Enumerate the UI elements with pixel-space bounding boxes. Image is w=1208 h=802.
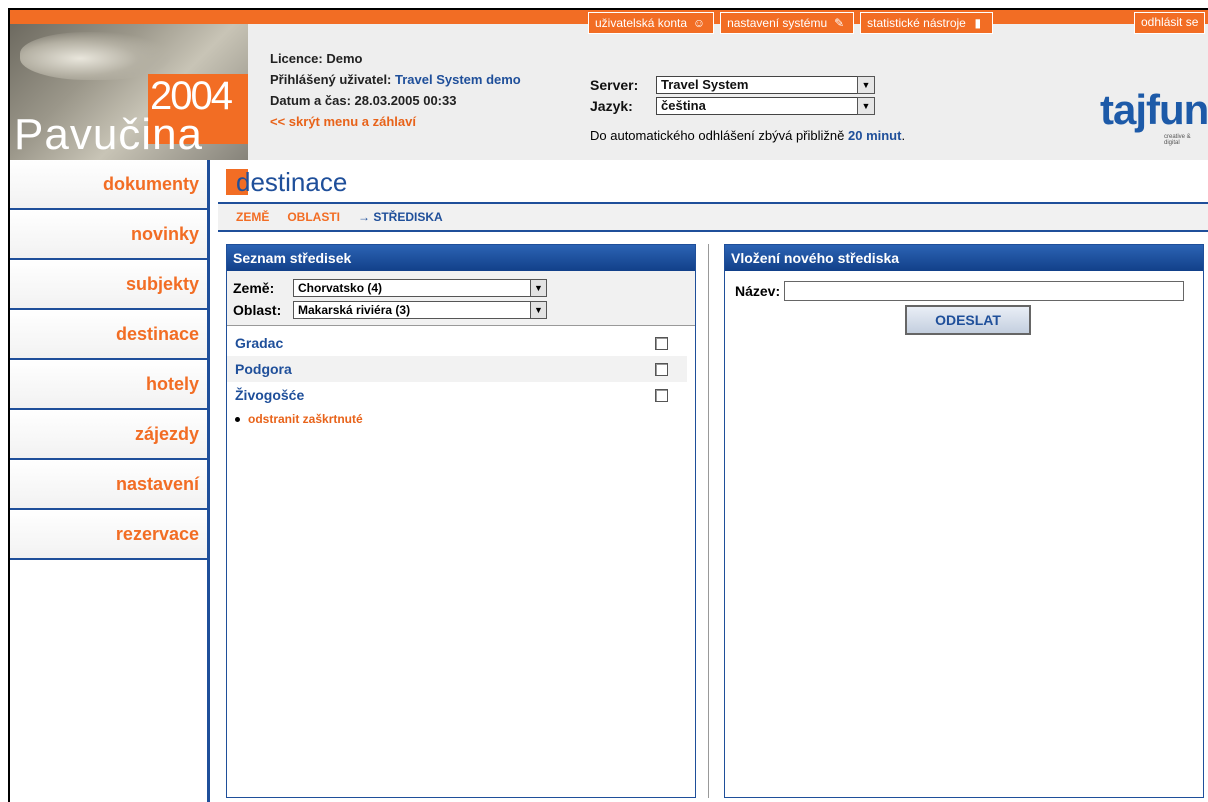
license-row: Licence: Demo [270,48,521,69]
header: 2004 Pavučina Licence: Demo Přihlášený u… [10,24,1208,160]
bar-chart-icon: ▮ [974,16,982,30]
datetime-label: Datum a čas: [270,93,351,108]
datetime-row: Datum a čas: 28.03.2005 00:33 [270,90,521,111]
hide-menu-link[interactable]: << skrýt menu a záhlaví [270,111,521,132]
panel-divider [708,244,709,798]
license-label: Licence: [270,51,323,66]
user-row: Přihlášený uživatel: Travel System demo [270,69,521,90]
new-resort-panel: Vložení nového střediska Název: ODESLAT [724,244,1204,798]
license-value: Demo [326,51,363,66]
list-item: Gradac [227,330,695,356]
app-window: 2004 Pavučina Licence: Demo Přihlášený u… [8,8,1208,802]
resort-checkbox[interactable] [655,389,668,402]
sidebar-item-reservations[interactable]: rezervace [10,510,207,560]
pavucina-logo: 2004 Pavučina [10,24,248,160]
user-accounts-button[interactable]: uživatelská konta ☺ [588,12,715,34]
bullet-icon [235,416,240,422]
region-value: Makarská riviéra (3) [298,303,411,317]
main-content: destinace ZEMĚ OBLASTI → STŘEDISKA Sezna… [208,160,1208,802]
page-title: destinace [226,166,347,198]
sidebar-item-hotels[interactable]: hotely [10,360,207,410]
server-row: Server: Travel System ▼ [590,74,875,95]
tajfun-tagline: creative & digital [1164,134,1191,146]
region-filter-row: Oblast: Makarská riviéra (3) ▼ [233,299,689,321]
resort-checkbox[interactable] [655,337,668,350]
resort-name[interactable]: Gradac [235,335,283,351]
breadcrumb-resorts: → STŘEDISKA [358,210,443,224]
chevron-down-icon[interactable]: ▼ [530,280,546,296]
resort-filters: Země: Chorvatsko (4) ▼ Oblast: Makarská … [227,271,695,326]
remove-checked-link[interactable]: odstranit zaškrtnuté [227,408,695,430]
region-select[interactable]: Makarská riviéra (3) ▼ [293,301,547,319]
datetime-value: 28.03.2005 00:33 [354,93,457,108]
name-input[interactable] [784,281,1185,301]
top-menu-label: statistické nástroje [867,16,966,30]
top-menu-label: nastavení systému [727,16,828,30]
logo-name: Pavučina [14,110,204,159]
user-value: Travel System demo [395,72,521,87]
list-item: Podgora [227,356,687,382]
autologout-time: 20 minut [848,128,902,143]
users-icon: ☺ [692,16,706,30]
server-language-selectors: Server: Travel System ▼ Jazyk: čeština ▼ [590,74,875,116]
region-label: Oblast: [233,302,282,318]
server-select[interactable]: Travel System ▼ [656,75,875,94]
statistics-tools-button[interactable]: statistické nástroje ▮ [860,12,993,34]
remove-checked-label: odstranit zaškrtnuté [248,412,363,426]
sidebar-item-tours[interactable]: zájezdy [10,410,207,460]
list-item: Živogošće [227,382,695,408]
language-value: čeština [661,97,706,113]
resort-list-panel: Seznam středisek Země: Chorvatsko (4) ▼ … [226,244,696,798]
breadcrumb-regions[interactable]: OBLASTI [287,210,340,224]
tajfun-logo: tajfun [1100,86,1208,133]
chevron-down-icon[interactable]: ▼ [857,75,875,94]
breadcrumb-countries[interactable]: ZEMĚ [236,210,269,224]
top-menu-label: uživatelská konta [595,16,688,30]
server-label: Server: [590,76,639,93]
resort-checkbox[interactable] [655,363,668,376]
autologout-text: Do automatického odhlášení zbývá přibliž… [590,128,845,143]
language-label: Jazyk: [590,97,633,114]
wrench-icon: ✎ [834,16,845,30]
sidebar-item-documents[interactable]: dokumenty [10,160,207,210]
chevron-down-icon[interactable]: ▼ [857,96,875,115]
language-row: Jazyk: čeština ▼ [590,95,875,116]
resort-name[interactable]: Podgora [235,361,292,377]
country-select[interactable]: Chorvatsko (4) ▼ [293,279,547,297]
sidebar: dokumenty novinky subjekty destinace hot… [10,160,208,802]
sidebar-item-settings[interactable]: nastavení [10,460,207,510]
server-value: Travel System [661,76,749,92]
logo-photo [20,32,170,80]
name-label: Název: [735,283,781,299]
sidebar-item-destinations[interactable]: destinace [10,310,207,360]
autologout-notice: Do automatického odhlášení zbývá přibliž… [590,128,905,143]
new-resort-title: Vložení nového střediska [725,245,1203,271]
page-title-text: destinace [236,166,348,197]
logout-button[interactable]: odhlásit se [1134,12,1206,34]
country-label: Země: [233,280,275,296]
sidebar-item-news[interactable]: novinky [10,210,207,260]
country-value: Chorvatsko (4) [298,281,383,295]
resort-name[interactable]: Živogošće [235,387,304,403]
sidebar-item-subjects[interactable]: subjekty [10,260,207,310]
language-select[interactable]: čeština ▼ [656,96,875,115]
license-info: Licence: Demo Přihlášený uživatel: Trave… [270,48,521,132]
resort-list-title: Seznam středisek [227,245,695,271]
top-menu: uživatelská konta ☺ nastavení systému ✎ … [588,12,993,34]
chevron-down-icon[interactable]: ▼ [530,302,546,318]
user-label: Přihlášený uživatel: [270,72,392,87]
name-form-row: Název: [725,271,1203,301]
country-filter-row: Země: Chorvatsko (4) ▼ [233,277,689,299]
submit-button[interactable]: ODESLAT [905,305,1031,335]
breadcrumb: ZEMĚ OBLASTI → STŘEDISKA [218,204,1208,232]
system-settings-button[interactable]: nastavení systému ✎ [720,12,855,34]
autologout-end: . [901,128,906,143]
